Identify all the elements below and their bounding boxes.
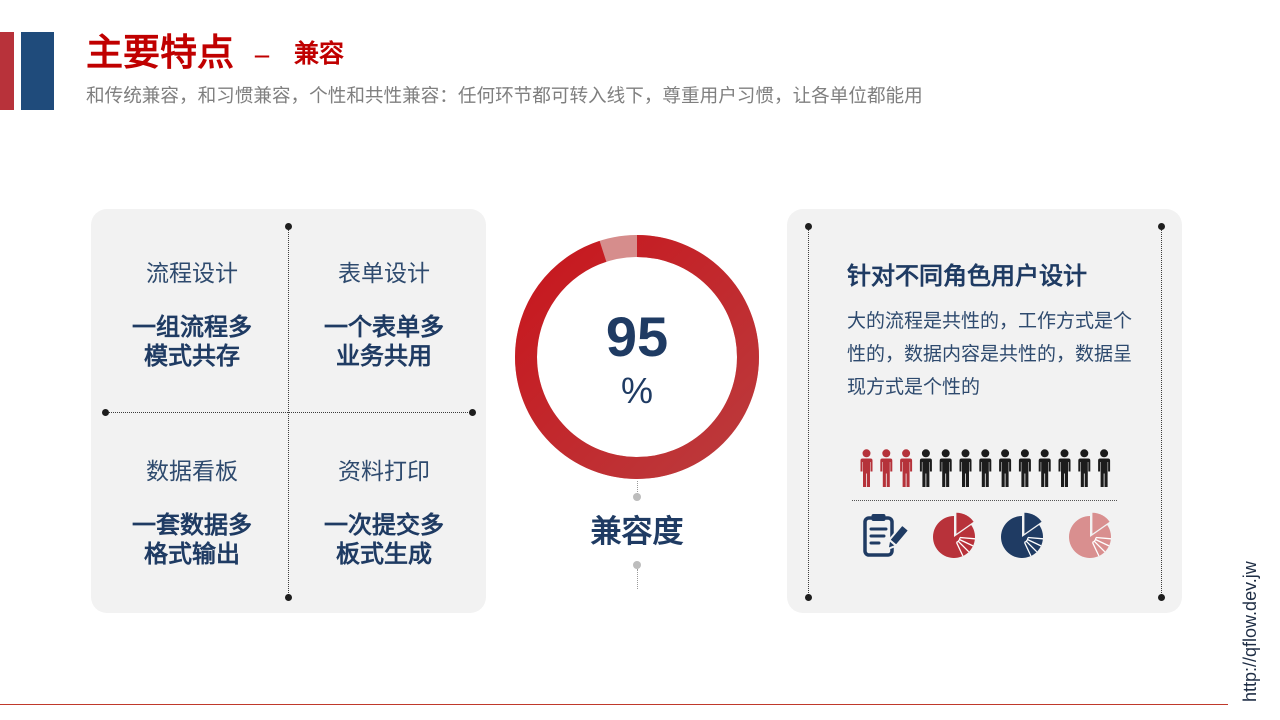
slide-topic: 兼容 xyxy=(294,41,345,68)
person-icon xyxy=(1038,449,1051,487)
feature-heading: 流程设计 xyxy=(146,260,238,286)
person-icon xyxy=(919,449,932,487)
person-icon xyxy=(1018,449,1031,487)
person-head xyxy=(981,449,990,458)
feature-description-line: 业务共用 xyxy=(336,343,432,370)
person-icon xyxy=(999,449,1012,487)
connector-dot xyxy=(633,561,641,569)
feature-grid-panel: 流程设计 一组流程多 模式共存 表单设计 一个表单多 业务共用 数据看板 一套数… xyxy=(91,209,486,613)
person-head xyxy=(1001,449,1010,458)
slide: 主要特点 – 兼容 和传统兼容，和习惯兼容，个性和共性兼容：任何环节都可转入线下… xyxy=(0,0,1280,720)
person-body xyxy=(1058,458,1071,487)
feature-heading: 表单设计 xyxy=(338,260,430,286)
roles-heading: 针对不同角色用户设计 xyxy=(847,263,1087,290)
feature-description-line: 板式生成 xyxy=(336,541,432,568)
divider-end-dot xyxy=(1157,593,1165,601)
person-body xyxy=(919,458,932,487)
person-head xyxy=(1100,449,1109,458)
feature-description-line: 一组流程多 xyxy=(132,314,252,341)
divider-end-dot xyxy=(284,593,292,601)
feature-description: 一个表单多 业务共用 xyxy=(288,313,480,371)
feature-document-printing: 资料打印 一次提交多 板式生成 xyxy=(288,456,480,576)
person-body xyxy=(979,458,992,487)
connector-line xyxy=(637,569,638,589)
pie-chart-icon xyxy=(1001,512,1044,558)
accent-bar-blue xyxy=(21,32,54,110)
feature-heading: 数据看板 xyxy=(146,458,238,484)
roles-panel: 针对不同角色用户设计 大的流程是共性的，工作方式是个性的，数据内容是共性的，数据… xyxy=(787,209,1182,613)
person-body xyxy=(999,458,1012,487)
feature-description: 一次提交多 板式生成 xyxy=(288,511,480,569)
icon-row-separator xyxy=(852,500,1117,501)
feature-workflow-design: 流程设计 一组流程多 模式共存 xyxy=(96,258,288,378)
title-separator: – xyxy=(255,39,269,70)
compatibility-label: 兼容度 xyxy=(590,514,684,549)
footer-url: http://qflow.dev.jw xyxy=(1240,561,1260,702)
divider-end-dot xyxy=(804,222,812,230)
role-icons-row xyxy=(863,512,1112,558)
connector-dot xyxy=(633,493,641,501)
person-body xyxy=(900,458,913,487)
person-head xyxy=(1040,449,1049,458)
person-icon xyxy=(979,449,992,487)
feature-description-line: 格式输出 xyxy=(144,541,240,568)
divider-end-dot xyxy=(101,408,109,416)
person-head xyxy=(882,449,891,458)
document-pen-icon xyxy=(863,514,910,557)
person-head xyxy=(902,449,911,458)
person-icon-highlighted xyxy=(900,449,913,487)
person-body xyxy=(939,458,952,487)
people-icon-row xyxy=(860,449,1111,487)
person-body xyxy=(880,458,893,487)
footer-rule xyxy=(0,704,1228,705)
person-head xyxy=(862,449,871,458)
person-icon xyxy=(1078,449,1091,487)
person-icon xyxy=(1058,449,1071,487)
feature-description-line: 一套数据多 xyxy=(132,512,252,539)
feature-description-line: 模式共存 xyxy=(144,343,240,370)
person-head xyxy=(921,449,930,458)
person-icon xyxy=(959,449,972,487)
grid-horizontal-divider xyxy=(105,412,472,413)
person-head xyxy=(1080,449,1089,458)
feature-description-line: 一个表单多 xyxy=(324,314,444,341)
feature-form-design: 表单设计 一个表单多 业务共用 xyxy=(288,258,480,378)
feature-data-dashboard: 数据看板 一套数据多 格式输出 xyxy=(96,456,288,576)
person-icon-highlighted xyxy=(880,449,893,487)
divider-end-dot xyxy=(804,593,812,601)
person-icon-highlighted xyxy=(860,449,873,487)
accent-bar-red xyxy=(0,32,14,110)
person-head xyxy=(1020,449,1029,458)
feature-description: 一组流程多 模式共存 xyxy=(96,313,288,371)
feature-description-line: 一次提交多 xyxy=(324,512,444,539)
panel-vertical-divider xyxy=(808,226,809,597)
divider-end-dot xyxy=(468,408,476,416)
person-body xyxy=(959,458,972,487)
slide-subtitle: 和传统兼容，和习惯兼容，个性和共性兼容：任何环节都可转入线下，尊重用户习惯，让各… xyxy=(86,85,923,106)
person-body xyxy=(1038,458,1051,487)
person-body xyxy=(860,458,873,487)
person-head xyxy=(961,449,970,458)
person-head xyxy=(941,449,950,458)
roles-description: 大的流程是共性的，工作方式是个性的，数据内容是共性的，数据呈现方式是个性的 xyxy=(847,310,1133,398)
divider-end-dot xyxy=(284,222,292,230)
divider-end-dot xyxy=(1157,222,1165,230)
person-body xyxy=(1018,458,1031,487)
pie-chart-icon xyxy=(933,512,976,558)
person-head xyxy=(1060,449,1069,458)
slide-title: 主要特点 xyxy=(86,33,234,74)
person-body xyxy=(1078,458,1091,487)
compatibility-percent-unit: % xyxy=(620,370,653,411)
compatibility-percent-value: 95 xyxy=(605,305,669,368)
pie-chart-icon xyxy=(1069,512,1112,558)
feature-description: 一套数据多 格式输出 xyxy=(96,511,288,569)
person-body xyxy=(1098,458,1111,487)
feature-heading: 资料打印 xyxy=(338,458,430,484)
panel-vertical-divider xyxy=(1161,226,1162,597)
person-icon xyxy=(939,449,952,487)
person-icon xyxy=(1098,449,1111,487)
